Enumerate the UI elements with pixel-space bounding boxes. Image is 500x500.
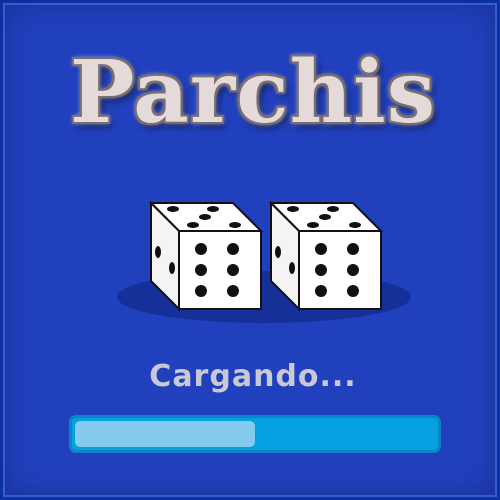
die-1 [148, 200, 264, 312]
die-1-front-face [178, 230, 262, 310]
dice-pair [148, 200, 383, 312]
die-2 [268, 200, 383, 312]
loading-screen: Parchis Cargando... [0, 0, 500, 500]
loading-progress-fill [75, 421, 255, 447]
game-title: Parchis [69, 42, 437, 143]
loading-label: Cargando... [149, 359, 357, 394]
loading-progress-bar [69, 415, 441, 453]
die-2-front-face [298, 230, 382, 310]
